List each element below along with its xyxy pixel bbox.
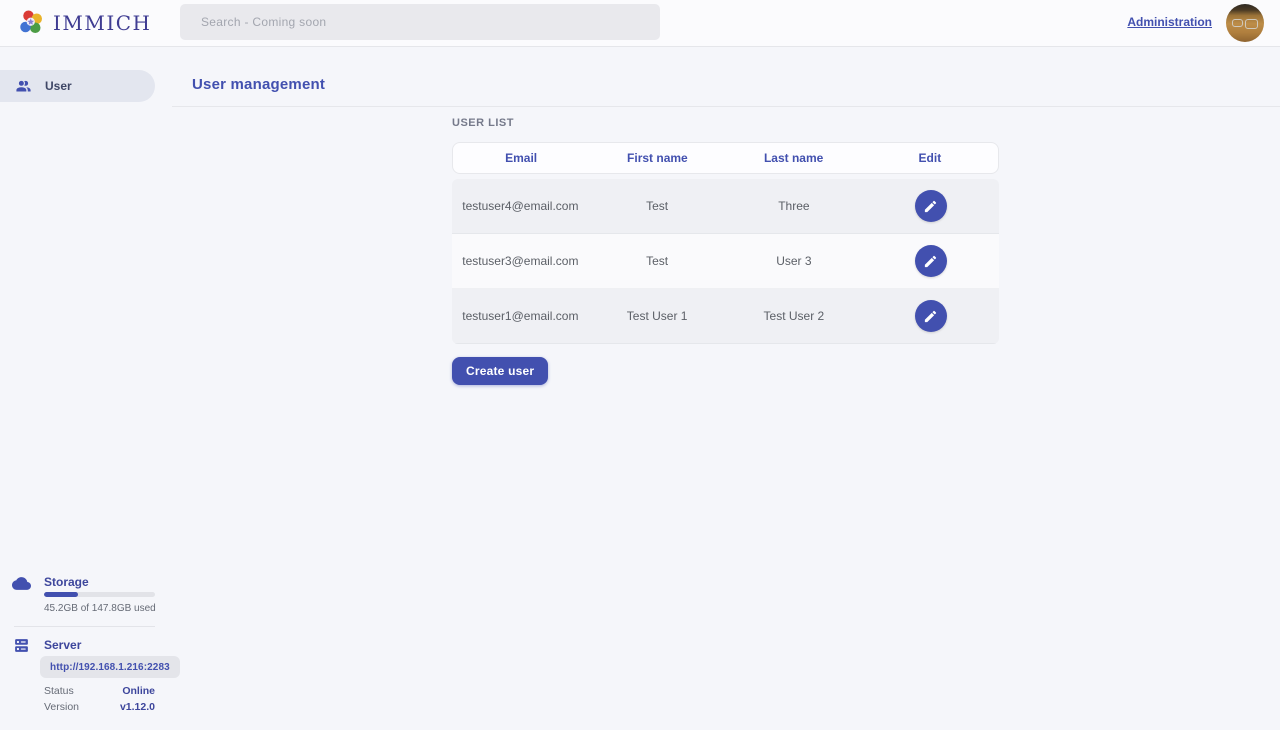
storage-title: Storage — [44, 575, 89, 589]
col-header-first-name: First name — [589, 151, 725, 165]
avatar-photo-detail — [1232, 19, 1243, 27]
cloud-icon — [12, 574, 31, 593]
table-row: testuser4@email.com Test Three — [452, 179, 999, 234]
cell-last-name: Test User 2 — [726, 309, 863, 323]
sidebar-divider — [14, 626, 155, 627]
table-row: testuser3@email.com Test User 3 — [452, 234, 999, 289]
version-value: v1.12.0 — [120, 701, 155, 713]
server-url-chip: http://192.168.1.216:2283 — [40, 656, 180, 678]
edit-user-button[interactable] — [915, 190, 947, 222]
col-header-email: Email — [453, 151, 589, 165]
pencil-icon — [923, 199, 938, 214]
cell-last-name: Three — [726, 199, 863, 213]
cell-first-name: Test — [589, 199, 726, 213]
create-user-button[interactable]: Create user — [452, 357, 548, 385]
search-input[interactable] — [180, 4, 660, 40]
table-header-row: Email First name Last name Edit — [452, 142, 999, 174]
page-title: User management — [192, 76, 325, 93]
immich-logo[interactable]: IMMICH — [18, 9, 152, 36]
edit-user-button[interactable] — [915, 245, 947, 277]
title-divider — [172, 106, 1280, 107]
users-icon — [15, 78, 32, 95]
user-list-label: USER LIST — [452, 117, 514, 129]
storage-usage-text: 45.2GB of 147.8GB used — [44, 603, 156, 614]
cell-first-name: Test — [589, 254, 726, 268]
topbar: IMMICH Administration — [0, 0, 1280, 47]
status-value: Online — [122, 685, 155, 697]
cell-email: testuser1@email.com — [452, 309, 589, 323]
user-avatar[interactable] — [1226, 4, 1264, 42]
version-label: Version — [44, 701, 79, 713]
user-table: Email First name Last name Edit testuser… — [452, 142, 999, 344]
storage-progress-fill — [44, 592, 78, 597]
table-body: testuser4@email.com Test Three testuser3… — [452, 179, 999, 344]
edit-user-button[interactable] — [915, 300, 947, 332]
pencil-icon — [923, 254, 938, 269]
sidebar-item-user[interactable]: User — [0, 70, 155, 102]
cell-first-name: Test User 1 — [589, 309, 726, 323]
server-version-row: Version v1.12.0 — [44, 701, 155, 713]
server-status-row: Status Online — [44, 685, 155, 697]
storage-progress-bar — [44, 592, 155, 597]
cell-email: testuser4@email.com — [452, 199, 589, 213]
cell-last-name: User 3 — [726, 254, 863, 268]
sidebar-item-label: User — [45, 79, 72, 93]
server-icon — [13, 637, 30, 654]
brand-name: IMMICH — [53, 11, 152, 35]
table-row: testuser1@email.com Test User 1 Test Use… — [452, 289, 999, 344]
col-header-last-name: Last name — [726, 151, 862, 165]
pencil-icon — [923, 309, 938, 324]
server-title: Server — [44, 638, 81, 652]
col-header-edit: Edit — [862, 151, 998, 165]
cell-email: testuser3@email.com — [452, 254, 589, 268]
immich-flower-icon — [18, 9, 45, 36]
status-label: Status — [44, 685, 74, 697]
administration-link[interactable]: Administration — [1127, 15, 1212, 29]
